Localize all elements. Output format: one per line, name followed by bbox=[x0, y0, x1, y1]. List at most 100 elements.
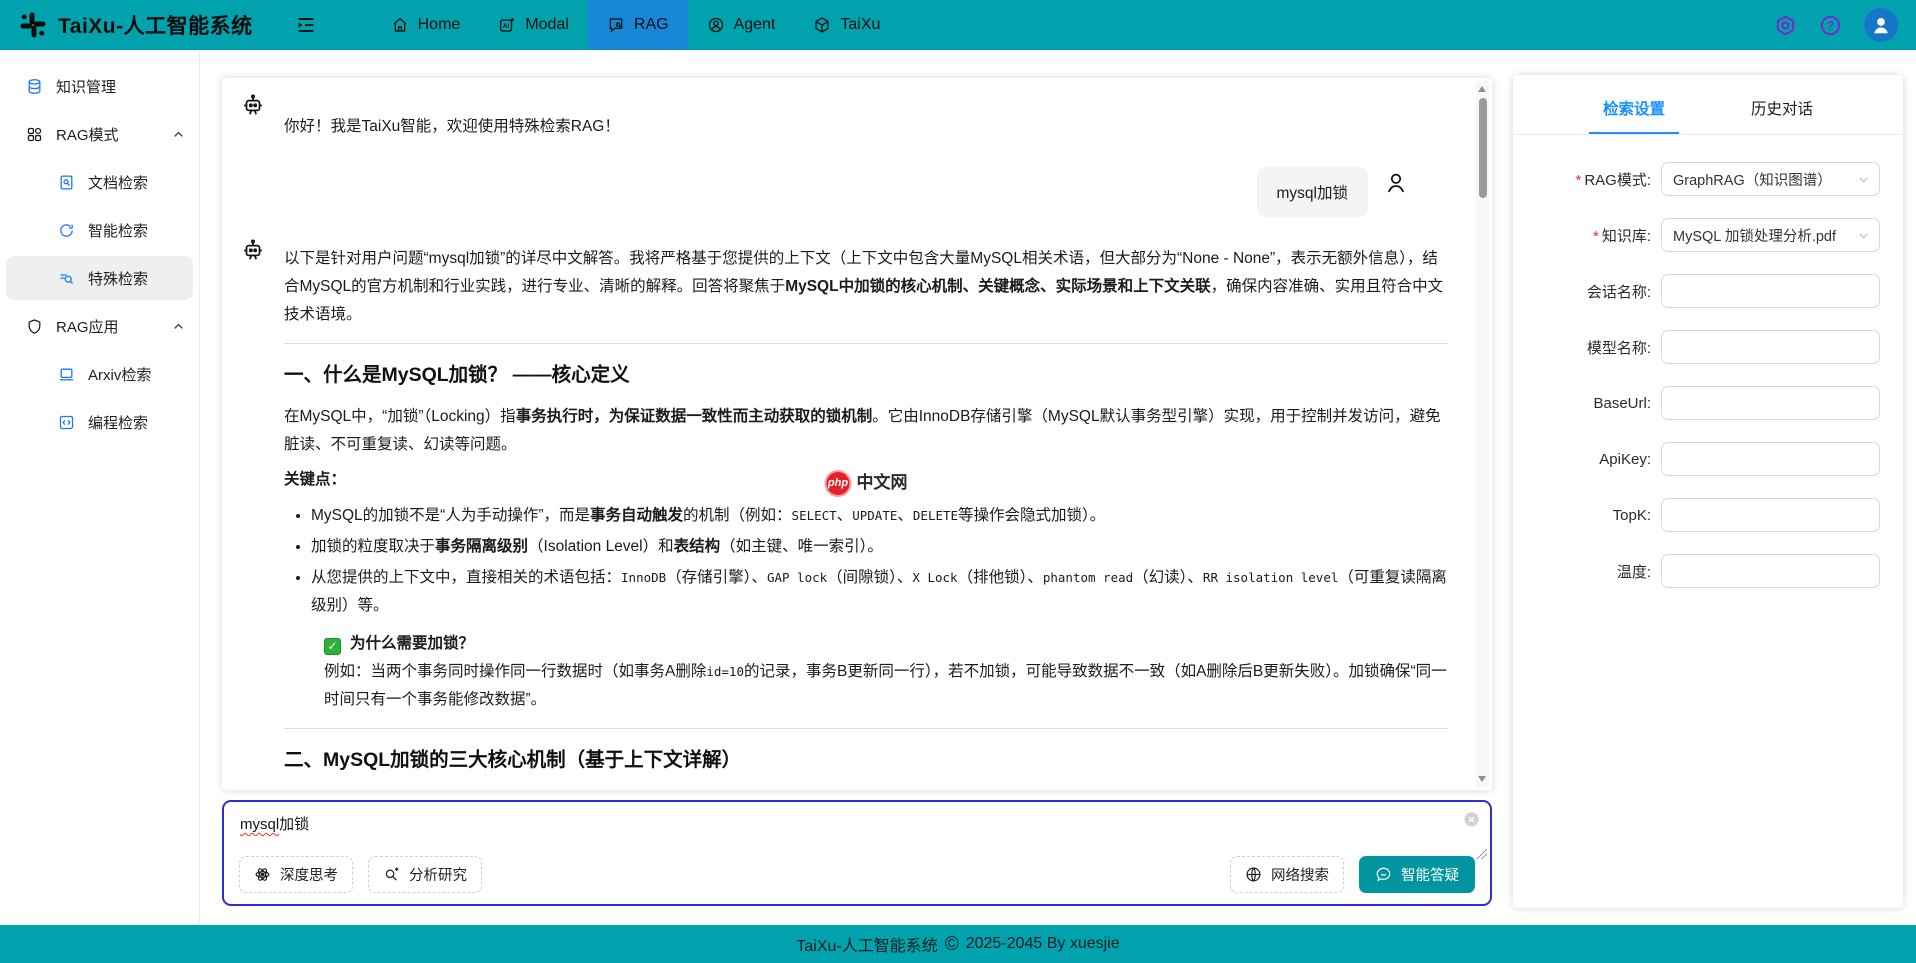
sidebar-group-rag-app[interactable]: RAG应用 bbox=[0, 304, 199, 348]
modal-icon: AI bbox=[498, 16, 516, 34]
list-item: 从您提供的上下文中，直接相关的术语包括：InnoDB（存储引擎）、GAP loc… bbox=[311, 564, 1448, 620]
nav-item-rag[interactable]: RAG bbox=[588, 0, 688, 50]
smart-qa-label: 智能答疑 bbox=[1401, 864, 1459, 885]
scroll-down-arrow-icon[interactable] bbox=[1478, 776, 1486, 782]
form-row-baseurl: BaseUrl: bbox=[1513, 386, 1903, 420]
field-label: BaseUrl: bbox=[1513, 395, 1661, 412]
sidebar-item-arxiv-search[interactable]: Arxiv检索 bbox=[0, 352, 199, 396]
sidebar-item-knowledge[interactable]: 知识管理 bbox=[0, 64, 199, 108]
chevron-down-icon bbox=[1857, 173, 1870, 186]
baseurl-input[interactable] bbox=[1673, 387, 1853, 419]
list-item: MySQL的加锁不是“人为手动操作”，而是事务自动触发的机制（例如：SELECT… bbox=[311, 502, 1448, 530]
sidebar-item-doc-search[interactable]: 文档检索 bbox=[0, 160, 199, 204]
rag-mode-select[interactable]: GraphRAG（知识图谱） bbox=[1661, 162, 1880, 196]
settings-panel: 检索设置 历史对话 *RAG模式: GraphRAG（知识图谱） *知识库: M… bbox=[1513, 75, 1903, 908]
deep-think-button[interactable]: 深度思考 bbox=[239, 856, 353, 893]
laptop-icon bbox=[58, 366, 75, 383]
magnifier-plus-icon bbox=[383, 866, 400, 883]
svg-text:?: ? bbox=[1827, 20, 1834, 32]
keypoints-list: MySQL的加锁不是“人为手动操作”，而是事务自动触发的机制（例如：SELECT… bbox=[284, 502, 1448, 620]
nav-item-label: RAG bbox=[634, 16, 669, 34]
sidebar-item-coding-search[interactable]: 编程检索 bbox=[0, 400, 199, 444]
nav-item-taixu[interactable]: TaiXu bbox=[794, 0, 899, 50]
temperature-input[interactable] bbox=[1673, 555, 1853, 587]
form-row-model-name: 模型名称: bbox=[1513, 330, 1903, 364]
message-ai-answer: 以下是针对用户问题“mysql加锁”的详尽中文解答。我将严格基于您提供的上下文（… bbox=[240, 237, 1448, 790]
greeting-text: 你好！我是TaiXu智能，欢迎使用特殊检索RAG！ bbox=[284, 92, 1448, 141]
agent-icon bbox=[707, 16, 725, 34]
robot-icon bbox=[240, 92, 266, 118]
copyright-icon: © bbox=[945, 935, 959, 954]
required-marker: * bbox=[1575, 172, 1581, 189]
shield-icon bbox=[26, 318, 43, 335]
why-lock-title-text: 为什么需要加锁？ bbox=[350, 635, 474, 652]
php-cn-watermark: php 中文网 bbox=[825, 468, 908, 499]
settings-gear-icon[interactable] bbox=[1774, 14, 1797, 37]
scrollbar-thumb[interactable] bbox=[1479, 98, 1487, 198]
why-lock-body: 例如：当两个事务同时操作同一行数据时（如事务A删除id=10的记录，事务B更新同… bbox=[324, 658, 1448, 714]
form-row-topk: TopK: bbox=[1513, 498, 1903, 532]
document-search-icon bbox=[58, 174, 75, 191]
nav-item-agent[interactable]: Agent bbox=[688, 0, 795, 50]
database-icon bbox=[26, 78, 43, 95]
divider bbox=[284, 343, 1448, 344]
sidebar-group-label: RAG模式 bbox=[56, 124, 119, 145]
sidebar-item-smart-search[interactable]: 智能检索 bbox=[0, 208, 199, 252]
person-icon bbox=[1384, 171, 1408, 195]
answer-intro: 以下是针对用户问题“mysql加锁”的详尽中文解答。我将严格基于您提供的上下文（… bbox=[284, 245, 1448, 329]
chat-scrollbar[interactable] bbox=[1476, 81, 1489, 787]
form-row-session-name: 会话名称: bbox=[1513, 274, 1903, 308]
user-avatar[interactable] bbox=[1864, 8, 1898, 42]
answer-paragraph-2: 根据您提供的上下文，我将从最常用、最易混淆的场景出发，分步解释加锁机制。所有内容… bbox=[284, 788, 1448, 790]
list-item: 加锁的粒度取决于事务隔离级别（Isolation Level）和表结构（如主键、… bbox=[311, 533, 1448, 561]
sidebar-group-rag-mode[interactable]: RAG模式 bbox=[0, 112, 199, 156]
model-name-input[interactable] bbox=[1673, 331, 1853, 363]
sidebar-item-label: 编程检索 bbox=[88, 412, 148, 433]
resize-handle[interactable] bbox=[1476, 848, 1487, 859]
user-message-bubble: mysql加锁 bbox=[1257, 167, 1368, 217]
check-icon: ✓ bbox=[324, 638, 341, 655]
message-user: mysql加锁 bbox=[240, 167, 1408, 217]
chat-scroll-area: 你好！我是TaiXu智能，欢迎使用特殊检索RAG！ mysql加锁 以下是针对用… bbox=[222, 78, 1492, 790]
clear-input-icon[interactable] bbox=[1463, 811, 1480, 828]
analyze-button[interactable]: 分析研究 bbox=[368, 856, 482, 893]
help-icon[interactable]: ? bbox=[1819, 14, 1842, 37]
top-navbar: TaiXu-人工智能系统 Home AI Modal bbox=[0, 0, 1916, 50]
rag-mode-value: GraphRAG（知识图谱） bbox=[1673, 169, 1832, 190]
taixu-icon bbox=[813, 16, 831, 34]
section-heading-1: 一、什么是MySQL加锁？ ——核心定义 bbox=[284, 358, 1448, 393]
tab-retrieval-settings[interactable]: 检索设置 bbox=[1589, 97, 1679, 134]
list-search-icon bbox=[58, 270, 75, 287]
field-label: TopK: bbox=[1513, 507, 1661, 524]
knowledge-base-select[interactable]: MySQL 加锁处理分析.pdf bbox=[1661, 218, 1880, 252]
keypoints-line: 关键点： php 中文网 bbox=[284, 466, 1448, 494]
web-search-button[interactable]: 网络搜索 bbox=[1230, 856, 1344, 893]
sidebar: 知识管理 RAG模式 文档检索 智能检索 bbox=[0, 50, 200, 925]
collapse-menu-icon[interactable] bbox=[295, 14, 317, 36]
analyze-label: 分析研究 bbox=[409, 864, 467, 885]
sidebar-item-special-search[interactable]: 特殊检索 bbox=[6, 256, 193, 300]
form-row-apikey: ApiKey: bbox=[1513, 442, 1903, 476]
message-input[interactable]: mysql加锁 bbox=[224, 802, 1460, 854]
nav-item-modal[interactable]: AI Modal bbox=[479, 0, 588, 50]
main-nav: Home AI Modal RAG bbox=[372, 0, 900, 50]
chat-panel: 你好！我是TaiXu智能，欢迎使用特殊检索RAG！ mysql加锁 以下是针对用… bbox=[222, 78, 1492, 790]
topk-input[interactable] bbox=[1673, 499, 1853, 531]
refresh-icon bbox=[58, 222, 75, 239]
nav-item-label: Modal bbox=[525, 16, 569, 34]
smart-qa-button[interactable]: 智能答疑 bbox=[1359, 856, 1475, 893]
composer-toolbar: 深度思考 分析研究 网络搜索 智能答 bbox=[239, 856, 1475, 893]
sidebar-item-label: 知识管理 bbox=[56, 76, 116, 97]
scroll-up-arrow-icon[interactable] bbox=[1478, 86, 1486, 92]
required-marker: * bbox=[1593, 228, 1599, 245]
form-row-knowledge-base: *知识库: MySQL 加锁处理分析.pdf bbox=[1513, 218, 1903, 252]
sidebar-item-label: 智能检索 bbox=[88, 220, 148, 241]
session-name-input[interactable] bbox=[1673, 275, 1853, 307]
nav-item-home[interactable]: Home bbox=[372, 0, 480, 50]
grid-icon bbox=[26, 126, 43, 143]
apikey-input[interactable] bbox=[1673, 443, 1853, 475]
sidebar-group-label: RAG应用 bbox=[56, 316, 119, 337]
footer-credit: 2025-2045 By xuesjie bbox=[966, 935, 1120, 953]
field-label: 模型名称: bbox=[1513, 337, 1661, 358]
tab-history[interactable]: 历史对话 bbox=[1737, 97, 1827, 134]
